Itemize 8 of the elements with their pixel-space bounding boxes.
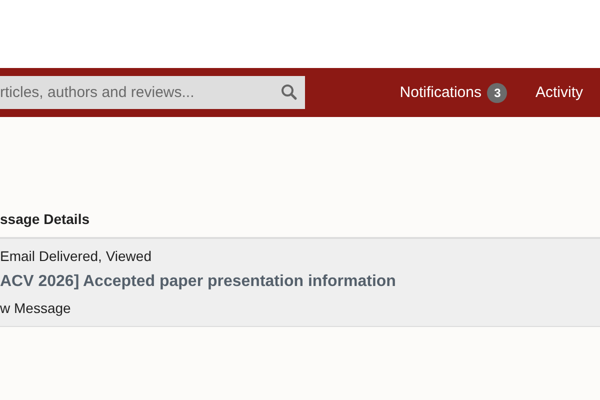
nav-link[interactable]: Notifications 3 [400,82,508,102]
notification-count: 3 [487,82,508,102]
search-field[interactable]: rticles, authors and reviews... [0,76,305,109]
search-icon[interactable] [281,84,297,100]
message-status: Email Delivered, Viewed [0,248,152,264]
nav-link[interactable]: Activity [535,82,583,102]
view-message-link[interactable]: w Message [0,300,600,316]
message-subject: ACV 2026] Accepted paper presentation information [0,273,397,291]
